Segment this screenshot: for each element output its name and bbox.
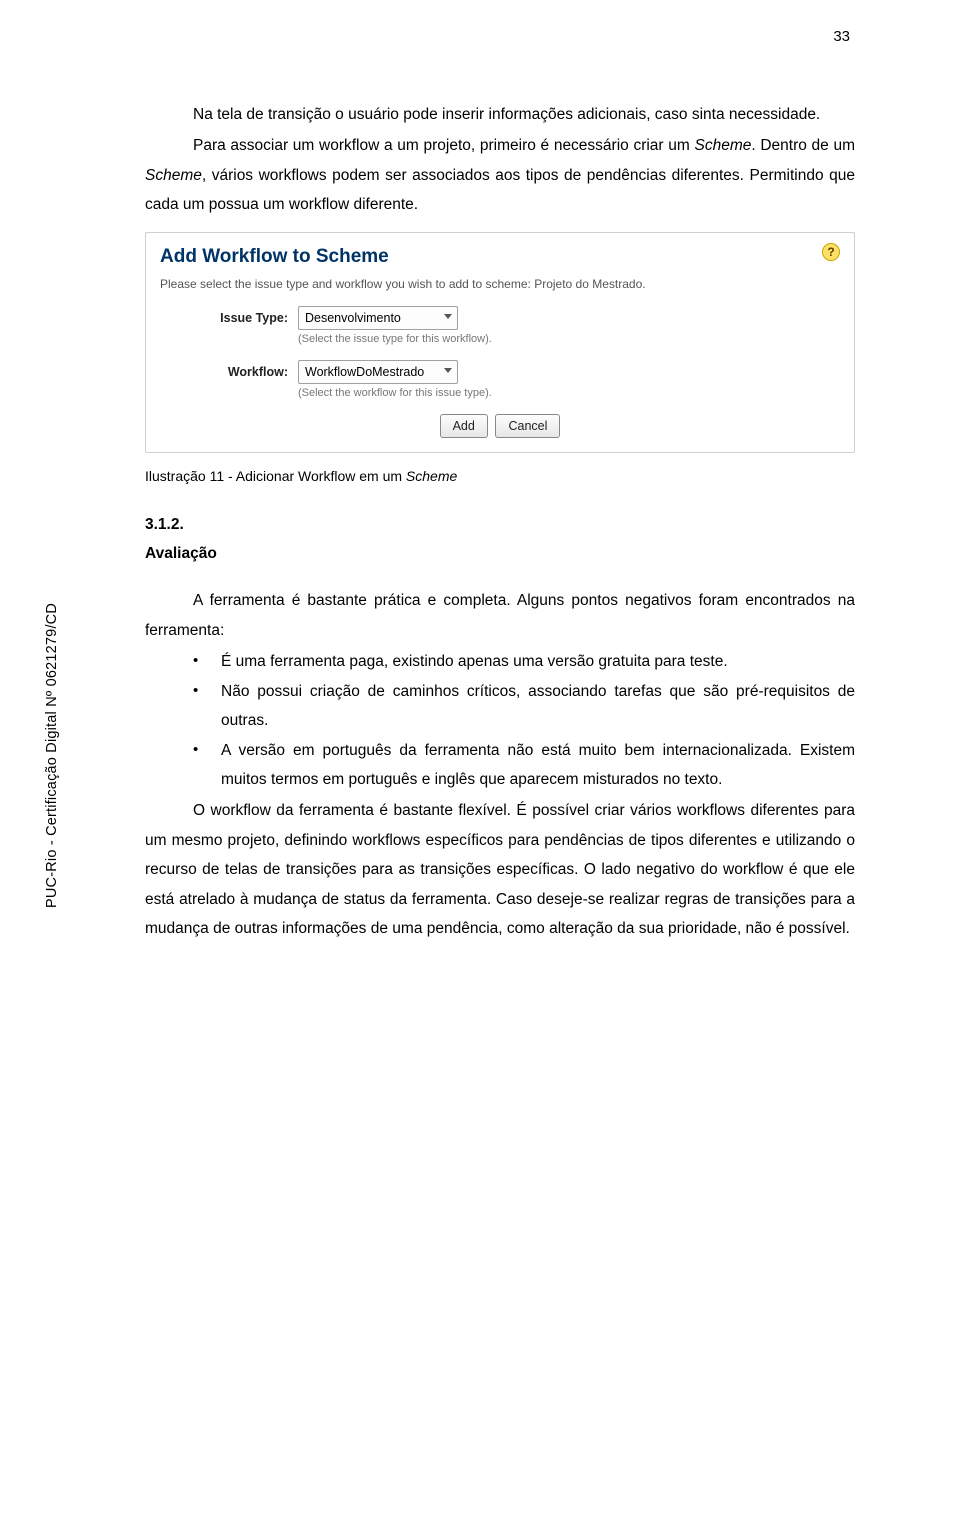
workflow-hint: (Select the workflow for this issue type… [298,386,840,402]
chevron-down-icon [444,314,452,319]
section-number: 3.1.2. [145,510,855,539]
list-item: Não possui criação de caminhos críticos,… [193,677,855,736]
certification-sidebar: PUC-Rio - Certificação Digital Nº 062127… [44,603,60,908]
workflow-label: Workflow: [160,360,298,381]
page-number: 33 [833,28,850,45]
italic-term: Scheme [406,468,457,484]
workflow-select[interactable]: WorkflowDoMestrado [298,360,458,384]
paragraph-2: Para associar um workflow a um projeto, … [145,131,855,219]
dialog-screenshot: ? Add Workflow to Scheme Please select t… [145,232,855,453]
list-item: É uma ferramenta paga, existindo apenas … [193,647,855,676]
paragraph-4: O workflow da ferramenta é bastante flex… [145,796,855,943]
page-content: Na tela de transição o usuário pode inse… [145,100,855,946]
text: , vários workflows podem ser associados … [145,167,855,213]
issue-type-value: Desenvolvimento [305,311,401,325]
issue-type-select[interactable]: Desenvolvimento [298,306,458,330]
italic-term: Scheme [145,167,202,184]
italic-term: Scheme [694,137,751,154]
text: . Dentro de um [751,137,855,154]
caption-text: Ilustração 11 - Adicionar Workflow em um [145,468,406,484]
dialog-title: Add Workflow to Scheme [160,243,840,271]
cancel-button[interactable]: Cancel [495,414,560,438]
figure-caption: Ilustração 11 - Adicionar Workflow em um… [145,463,855,490]
issue-type-label: Issue Type: [160,306,298,327]
text: Na tela de transição o usuário pode inse… [193,106,820,123]
paragraph-1: Na tela de transição o usuário pode inse… [145,100,855,129]
dialog-description: Please select the issue type and workflo… [160,276,840,293]
chevron-down-icon [444,368,452,373]
issue-type-row: Issue Type: Desenvolvimento (Select the … [160,306,840,348]
workflow-value: WorkflowDoMestrado [305,365,424,379]
issue-type-hint: (Select the issue type for this workflow… [298,332,840,348]
section-title: Avaliação [145,539,855,568]
text: Para associar um workflow a um projeto, … [193,137,694,154]
help-icon[interactable]: ? [822,243,840,261]
bullet-list: É uma ferramenta paga, existindo apenas … [193,647,855,794]
paragraph-3: A ferramenta é bastante prática e comple… [145,586,855,645]
add-button[interactable]: Add [440,414,488,438]
workflow-row: Workflow: WorkflowDoMestrado (Select the… [160,360,840,402]
dialog-buttons: Add Cancel [160,414,840,438]
list-item: A versão em português da ferramenta não … [193,736,855,795]
